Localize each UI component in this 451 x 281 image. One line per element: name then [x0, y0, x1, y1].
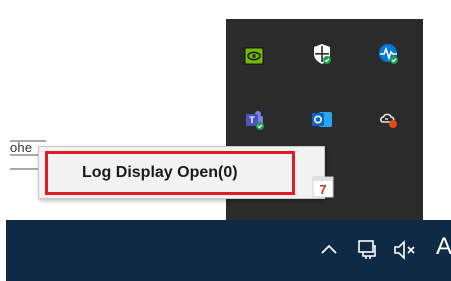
screen: ohe T A Log Display Open(0) 7	[0, 0, 451, 281]
nvidia-icon[interactable]	[243, 45, 265, 67]
input-language-indicator[interactable]: A	[436, 233, 451, 261]
windows-security-icon[interactable]	[311, 43, 333, 65]
teams-icon[interactable]: T	[244, 109, 266, 131]
outlook-icon[interactable]	[311, 109, 333, 131]
context-menu: Log Display Open(0)	[38, 146, 325, 199]
calendar-app-icon[interactable]: 7	[312, 174, 334, 198]
background-partial-text: ohe	[10, 140, 33, 155]
svg-text:7: 7	[319, 182, 326, 197]
cloud-sync-icon[interactable]	[378, 109, 400, 131]
chevron-up-icon[interactable]	[319, 240, 339, 260]
menu-item-label: Log Display Open(0)	[82, 164, 238, 181]
volume-muted-icon[interactable]	[392, 238, 418, 262]
svg-text:T: T	[249, 115, 255, 125]
taskbar: A	[6, 220, 451, 281]
network-icon[interactable]	[356, 238, 380, 262]
network-activity-icon[interactable]	[378, 43, 400, 65]
menu-item-log-display-open[interactable]: Log Display Open(0)	[45, 151, 295, 195]
